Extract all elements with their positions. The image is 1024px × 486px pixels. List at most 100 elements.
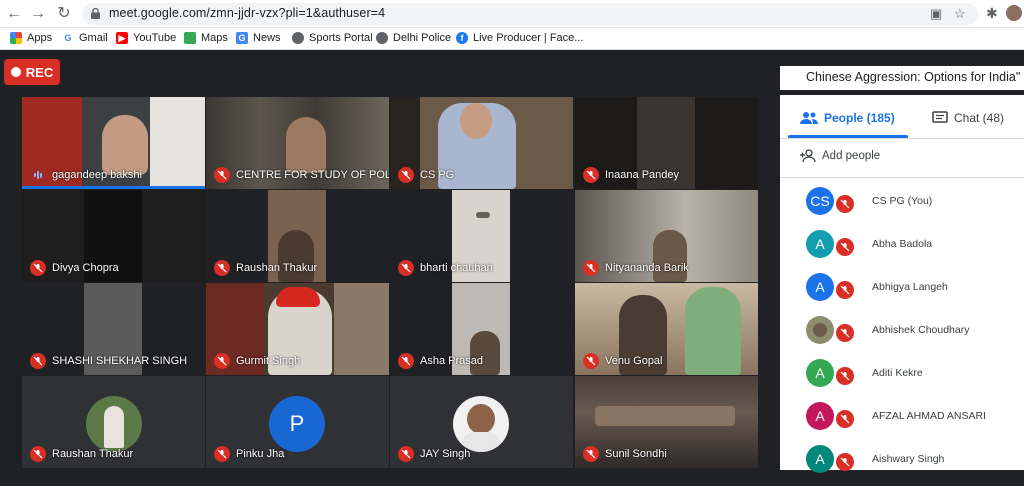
participant-name: Raushan Thakur	[52, 448, 134, 460]
participant-row[interactable]: A Aishwary Singh	[780, 443, 1024, 486]
video-tile[interactable]: P Pinku Jha	[206, 376, 389, 468]
avatar-figure	[104, 406, 124, 448]
participant-row[interactable]: A Aditi Kekre	[780, 357, 1024, 400]
video-tile[interactable]: gagandeep bakshi	[22, 97, 205, 189]
mic-off-icon	[398, 260, 414, 276]
wall-background	[150, 97, 205, 189]
people-icon	[800, 112, 818, 124]
profile-avatar[interactable]	[1006, 5, 1022, 21]
url-text: meet.google.com/zmn-jjdr-vzx?pli=1&authu…	[109, 6, 386, 20]
record-dot-icon	[10, 67, 21, 77]
tab-chat[interactable]: Chat (48)	[932, 107, 1004, 129]
lock-icon	[91, 8, 100, 19]
participant-avatar: A	[806, 445, 834, 473]
participant-name: Abhishek Choudhary	[872, 324, 970, 336]
facebook-icon: f	[456, 32, 468, 44]
bookmark-star-icon[interactable]: ☆	[954, 6, 966, 22]
mic-off-icon	[214, 353, 230, 369]
participant-name: Abha Badola	[872, 238, 933, 250]
youtube-icon: ▶	[116, 32, 128, 44]
participant-face	[460, 103, 492, 139]
forward-icon[interactable]: →	[28, 4, 48, 24]
participant-avatar: A	[806, 359, 834, 387]
video-tile[interactable]: Raushan Thakur	[22, 376, 205, 468]
video-tile[interactable]: Gurmit Singh	[206, 283, 389, 375]
participant-avatar: A	[806, 402, 834, 430]
bookmarks-bar: Apps G Gmail ▶ YouTube Maps G News Sports P…	[0, 28, 1024, 50]
participant-name: Sunil Sondhi	[605, 448, 667, 460]
mic-off-icon	[398, 446, 414, 462]
speaking-icon	[30, 167, 46, 183]
participant-name: SHASHI SHEKHAR SINGH	[52, 355, 188, 367]
maps-icon	[184, 32, 196, 44]
avatar-face	[813, 323, 827, 337]
extensions-icon[interactable]: ✱	[986, 5, 998, 22]
participant-name: bharti chauhan	[420, 262, 493, 274]
bookmark-youtube[interactable]: ▶ YouTube	[116, 32, 176, 44]
mic-off-icon	[30, 353, 46, 369]
mic-off-icon	[398, 167, 414, 183]
turban	[276, 287, 320, 307]
mic-off-icon	[398, 353, 414, 369]
participant-name: Aishwary Singh	[872, 453, 945, 465]
participant-name: AFZAL AHMAD ANSARI	[872, 410, 986, 422]
mic-off-icon	[214, 446, 230, 462]
participant-row[interactable]: CS CS PG (You)	[780, 185, 1024, 228]
bookmark-live-producer[interactable]: f Live Producer | Face...	[456, 32, 583, 44]
participant-avatar: CS	[806, 187, 834, 215]
participant-row[interactable]: Abhishek Choudhary	[780, 314, 1024, 357]
mic-off-icon	[214, 260, 230, 276]
back-icon[interactable]: ←	[4, 4, 24, 24]
bookmark-delhi-police[interactable]: Delhi Police	[376, 32, 451, 44]
video-tile[interactable]: JAY Singh	[390, 376, 573, 468]
bookmark-apps[interactable]: Apps	[10, 32, 52, 44]
video-tile[interactable]: Inaana Pandey	[575, 97, 758, 189]
mic-off-icon	[583, 446, 599, 462]
participant-row[interactable]: A Abha Badola	[780, 228, 1024, 271]
participant-photo-avatar	[86, 396, 142, 452]
video-tile[interactable]: Nityananda Barik	[575, 190, 758, 282]
people-panel: People (185) Chat (48) Add people CS CS …	[780, 95, 1024, 473]
video-tile[interactable]: SHASHI SHEKHAR SINGH	[22, 283, 205, 375]
video-tile[interactable]: CENTRE FOR STUDY OF POL	[206, 97, 389, 189]
participant-name: Inaana Pandey	[605, 169, 680, 181]
video-tile[interactable]: CS PG	[390, 97, 573, 189]
video-tile[interactable]: bharti chauhan	[390, 190, 573, 282]
mic-off-icon	[836, 238, 854, 256]
video-tile[interactable]: Raushan Thakur	[206, 190, 389, 282]
bookmark-maps[interactable]: Maps	[184, 32, 228, 44]
news-icon: G	[236, 32, 248, 44]
bookmark-news[interactable]: G News	[236, 32, 281, 44]
participant-name: Gurmit Singh	[236, 355, 301, 367]
participant-name: Pinku Jha	[236, 448, 285, 460]
camera-icon[interactable]: ▣	[930, 6, 942, 22]
participant-name: Abhigya Langeh	[872, 281, 948, 293]
video-tile[interactable]: Venu Gopal	[575, 283, 758, 375]
initial-avatar: P	[269, 396, 325, 452]
video-tile[interactable]: Divya Chopra	[22, 190, 205, 282]
video-tile[interactable]: Sunil Sondhi	[575, 376, 758, 468]
address-bar[interactable]: meet.google.com/zmn-jjdr-vzx?pli=1&authu…	[82, 3, 978, 25]
bookmark-gmail[interactable]: G Gmail	[62, 32, 108, 44]
participant-photo-avatar	[806, 316, 834, 344]
recording-indicator[interactable]: REC	[4, 59, 60, 85]
video-tile[interactable]: Asha Prasad	[390, 283, 573, 375]
participant-row[interactable]: A AFZAL AHMAD ANSARI	[780, 400, 1024, 443]
google-icon: G	[62, 32, 74, 44]
ceiling-fan	[476, 212, 490, 218]
participant-row[interactable]: A Abhigya Langeh	[780, 271, 1024, 314]
globe-icon	[292, 32, 304, 44]
add-person-icon	[800, 149, 816, 163]
participant-name: CS PG (You)	[872, 195, 933, 207]
mic-off-icon	[30, 260, 46, 276]
mic-off-icon	[836, 367, 854, 385]
bookmark-sports-portal[interactable]: Sports Portal	[292, 32, 373, 44]
furniture	[595, 406, 735, 426]
divider	[780, 138, 1024, 139]
add-people-button[interactable]: Add people	[800, 149, 880, 163]
mic-off-icon	[583, 260, 599, 276]
reload-icon[interactable]: ↻	[54, 4, 74, 24]
mic-off-icon	[836, 410, 854, 428]
tab-people[interactable]: People (185)	[800, 107, 895, 129]
chat-icon	[932, 111, 948, 123]
